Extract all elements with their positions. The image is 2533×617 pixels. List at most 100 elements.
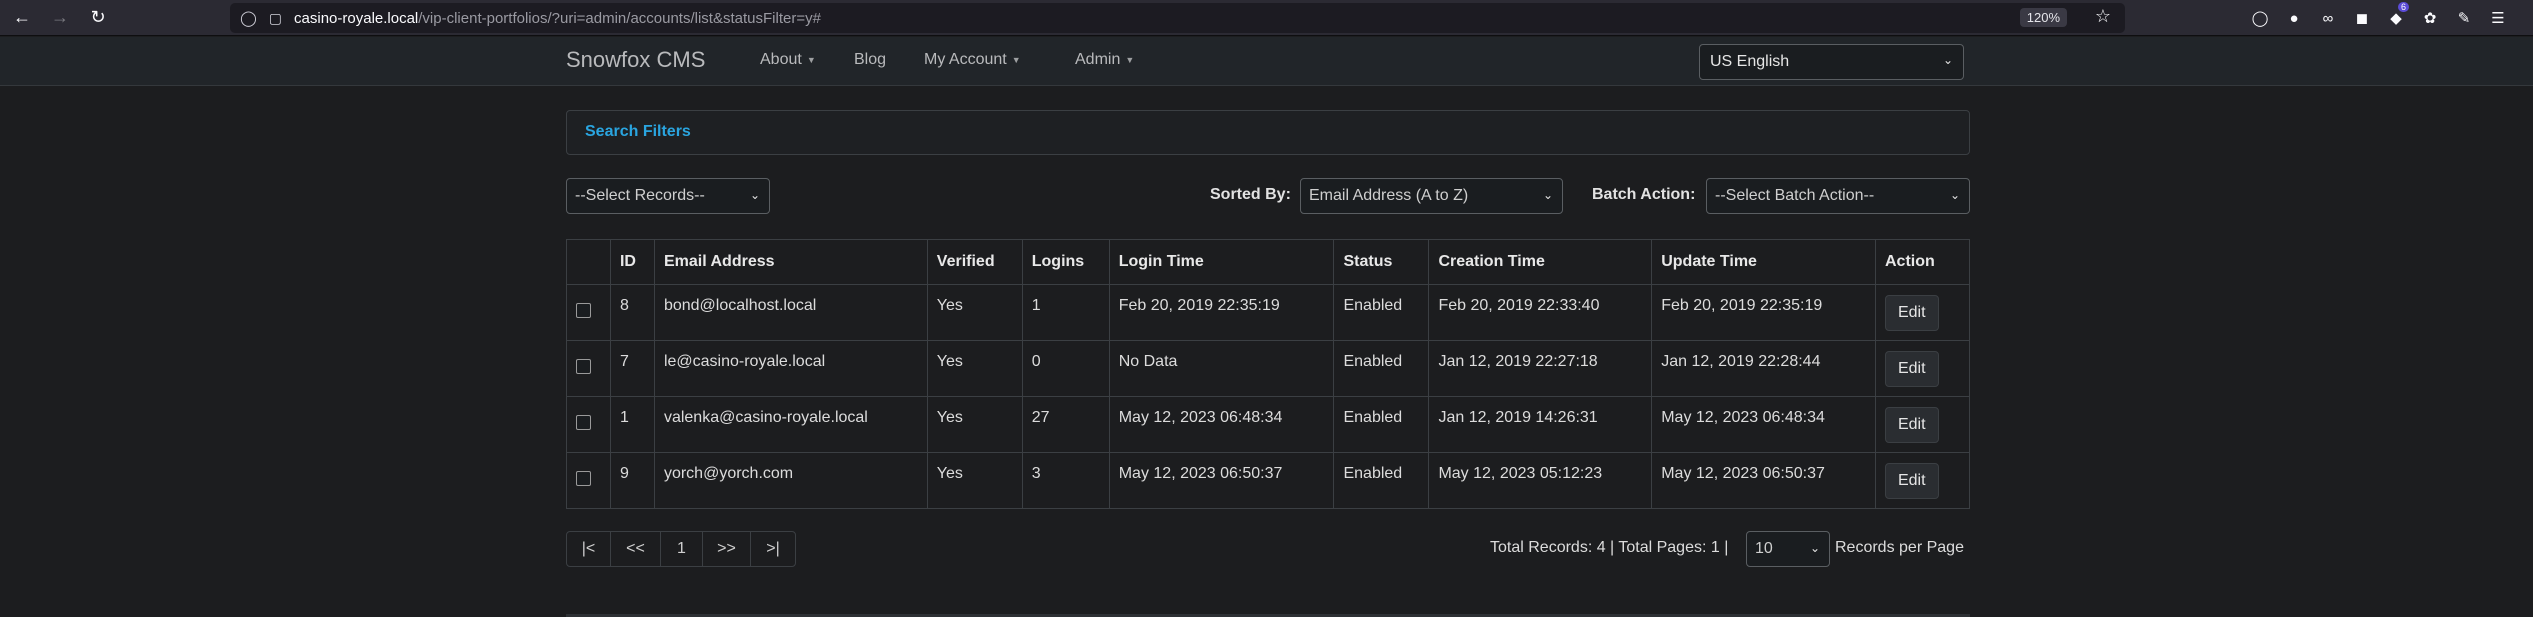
nav-admin[interactable]: Admin ▼	[1075, 51, 1134, 69]
menu-icon[interactable]: ☰	[2481, 0, 2515, 36]
cell-creation-time: Jan 12, 2019 14:26:31	[1428, 396, 1653, 453]
cell-logins: 1	[1021, 284, 1110, 341]
edit-button[interactable]: Edit	[1884, 294, 1939, 331]
header-email[interactable]: Email Address	[653, 239, 928, 285]
caret-down-icon: ▼	[1011, 54, 1021, 65]
pocket-icon[interactable]: ◯	[2243, 0, 2277, 36]
language-select[interactable]: US English ⌄	[1699, 44, 1964, 80]
header-logins[interactable]: Logins	[1021, 239, 1110, 285]
sort-select[interactable]: Email Address (A to Z) ⌄	[1300, 178, 1563, 214]
cell-email: yorch@yorch.com	[653, 452, 928, 509]
search-filters-panel[interactable]: Search Filters	[566, 110, 1970, 155]
row-checkbox[interactable]	[576, 414, 591, 430]
cell-verified: Yes	[926, 284, 1023, 341]
header-id[interactable]: ID	[609, 239, 655, 285]
extensions-bar: ◯ ● ∞ ◼ ◆ 6 ✿ ✎ ☰	[2243, 0, 2515, 36]
cell-status: Enabled	[1333, 284, 1430, 341]
cell-action: Edit	[1874, 452, 1971, 509]
table-row: 7 le@casino-royale.local Yes 0 No Data E…	[566, 340, 1971, 397]
prev-page-button[interactable]: <<	[611, 532, 661, 566]
cell-login-time: May 12, 2023 06:50:37	[1108, 452, 1335, 509]
table-row: 9 yorch@yorch.com Yes 3 May 12, 2023 06:…	[566, 452, 1971, 509]
cell-email: le@casino-royale.local	[653, 340, 928, 397]
chevron-down-icon: ⌄	[1809, 541, 1820, 555]
cell-update-time: Jan 12, 2019 22:28:44	[1651, 340, 1876, 397]
pagination: |< << 1 >> >|	[566, 531, 796, 567]
next-page-button[interactable]: >>	[703, 532, 751, 566]
caret-down-icon: ▼	[806, 54, 816, 65]
header-action: Action	[1874, 239, 1971, 285]
extension-badge-icon[interactable]: ◆ 6	[2379, 0, 2413, 36]
row-select-cell	[566, 340, 611, 397]
first-page-button[interactable]: |<	[567, 532, 611, 566]
cell-login-time: No Data	[1108, 340, 1335, 397]
cell-logins: 27	[1021, 396, 1110, 453]
select-records-dropdown[interactable]: --Select Records-- ⌄	[566, 178, 770, 214]
records-per-page-label: Records per Page	[1835, 539, 1964, 556]
header-creation-time[interactable]: Creation Time	[1428, 239, 1653, 285]
header-update-time[interactable]: Update Time	[1651, 239, 1876, 285]
nav-my-account[interactable]: My Account ▼	[924, 51, 1021, 69]
cell-login-time: Feb 20, 2019 22:35:19	[1108, 284, 1335, 341]
edit-button[interactable]: Edit	[1884, 406, 1939, 443]
site-navbar: Snowfox CMS About ▼ Blog My Account ▼ Admi…	[0, 37, 2533, 86]
page-1-button[interactable]: 1	[661, 532, 703, 566]
puzzle-icon[interactable]: ✎	[2447, 0, 2481, 36]
cell-logins: 0	[1021, 340, 1110, 397]
row-select-cell	[566, 452, 611, 509]
records-per-page-select[interactable]: 10 ⌄	[1746, 531, 1830, 567]
cell-email: valenka@casino-royale.local	[653, 396, 928, 453]
table-row: 1 valenka@casino-royale.local Yes 27 May…	[566, 396, 1971, 453]
sorted-by-label: Sorted By:	[1210, 186, 1291, 203]
extension-badge: 6	[2397, 2, 2409, 12]
cell-creation-time: Feb 20, 2019 22:33:40	[1428, 284, 1653, 341]
cell-status: Enabled	[1333, 396, 1430, 453]
nav-blog[interactable]: Blog	[854, 51, 886, 69]
row-checkbox[interactable]	[576, 470, 591, 486]
bookmark-star-icon[interactable]: ☆	[2095, 6, 2111, 27]
cell-creation-time: Jan 12, 2019 22:27:18	[1428, 340, 1653, 397]
page-info-icon[interactable]: ▢	[269, 10, 282, 27]
cell-verified: Yes	[926, 452, 1023, 509]
row-select-cell	[566, 284, 611, 341]
search-filters-title[interactable]: Search Filters	[585, 123, 691, 141]
url-text[interactable]: casino-royale.local/vip-client-portfolio…	[294, 10, 821, 27]
cell-update-time: Feb 20, 2019 22:35:19	[1651, 284, 1876, 341]
cell-update-time: May 12, 2023 06:50:37	[1651, 452, 1876, 509]
nav-about[interactable]: About ▼	[760, 51, 816, 69]
fox-icon[interactable]: ✿	[2413, 0, 2447, 36]
cell-id: 7	[609, 340, 655, 397]
header-status[interactable]: Status	[1333, 239, 1430, 285]
batch-action-label: Batch Action:	[1592, 186, 1696, 203]
edit-button[interactable]: Edit	[1884, 350, 1939, 387]
table-header-row: ID Email Address Verified Logins Login T…	[566, 239, 1971, 285]
address-bar[interactable]: ◯ ▢ casino-royale.local/vip-client-portf…	[230, 3, 2125, 33]
zoom-level[interactable]: 120%	[2019, 8, 2067, 27]
accounts-table: ID Email Address Verified Logins Login T…	[566, 239, 1971, 509]
site-brand[interactable]: Snowfox CMS	[566, 47, 705, 73]
shield-extension-icon[interactable]: ◼	[2345, 0, 2379, 36]
extension-circle-icon[interactable]: ●	[2277, 0, 2311, 36]
row-checkbox[interactable]	[576, 302, 591, 318]
cell-login-time: May 12, 2023 06:48:34	[1108, 396, 1335, 453]
last-page-button[interactable]: >|	[751, 532, 795, 566]
cell-update-time: May 12, 2023 06:48:34	[1651, 396, 1876, 453]
edit-button[interactable]: Edit	[1884, 462, 1939, 499]
cell-id: 8	[609, 284, 655, 341]
cell-status: Enabled	[1333, 452, 1430, 509]
cell-verified: Yes	[926, 396, 1023, 453]
row-checkbox[interactable]	[576, 358, 591, 374]
cell-id: 9	[609, 452, 655, 509]
header-verified[interactable]: Verified	[926, 239, 1023, 285]
chevron-down-icon: ⌄	[1949, 188, 1960, 202]
shield-icon[interactable]: ◯	[240, 9, 257, 27]
batch-action-select[interactable]: --Select Batch Action-- ⌄	[1706, 178, 1970, 214]
row-select-cell	[566, 396, 611, 453]
reload-icon[interactable]: ↻	[82, 2, 114, 34]
header-login-time[interactable]: Login Time	[1108, 239, 1335, 285]
forward-icon[interactable]: →	[44, 2, 76, 34]
cell-verified: Yes	[926, 340, 1023, 397]
glasses-icon[interactable]: ∞	[2311, 0, 2345, 36]
cell-creation-time: May 12, 2023 05:12:23	[1428, 452, 1653, 509]
back-icon[interactable]: ←	[6, 2, 38, 34]
